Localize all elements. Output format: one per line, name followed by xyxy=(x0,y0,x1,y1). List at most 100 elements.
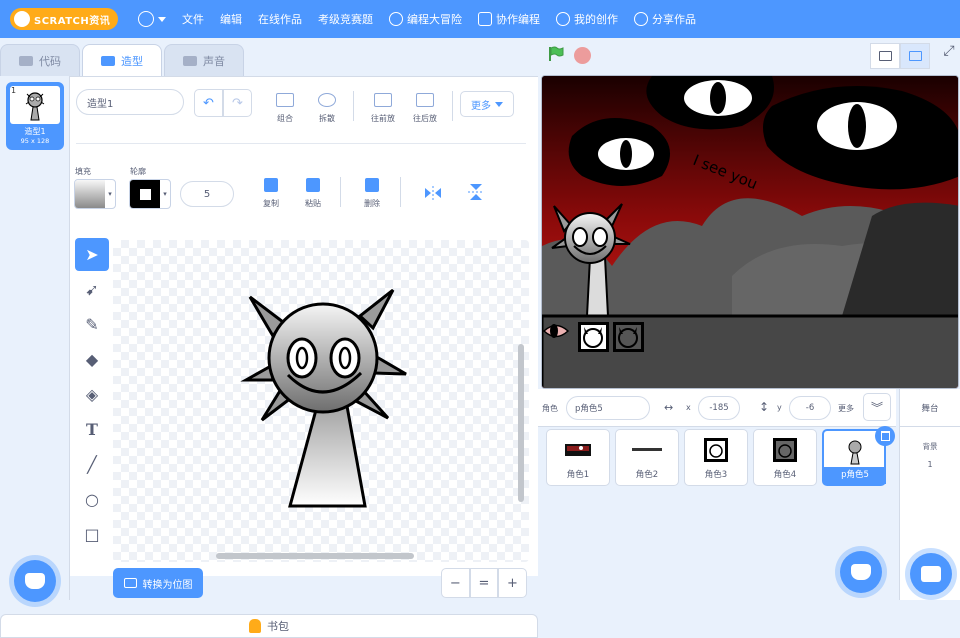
costume-item[interactable]: 1 造型1 95 x 128 xyxy=(6,82,64,150)
editor-area: 代码 造型 声音 1 造型1 95 x 128 造型1 ↶ ↷ 组合 拆散 往前… xyxy=(0,38,538,638)
normal-stage-icon xyxy=(908,51,922,61)
circle-tool[interactable]: ○ xyxy=(75,483,109,516)
menu-share[interactable]: 分享作品 xyxy=(626,0,704,38)
stop-button[interactable] xyxy=(574,47,591,64)
select-tool[interactable]: ➤ xyxy=(75,238,109,271)
stage-title: 舞台 xyxy=(900,389,960,427)
fill-color-picker[interactable]: ▾ xyxy=(74,179,116,209)
forward-icon xyxy=(374,93,392,107)
undo-icon: ↶ xyxy=(203,95,214,111)
eraser-tool[interactable]: ◆ xyxy=(75,343,109,376)
canvas-vertical-scrollbar[interactable] xyxy=(518,344,524,502)
collab-icon xyxy=(478,12,492,26)
outline-color-picker[interactable]: ▾ xyxy=(129,179,171,209)
menu-exam[interactable]: 考级竞赛题 xyxy=(310,0,381,38)
ungroup-icon xyxy=(318,93,336,107)
line-icon: ╱ xyxy=(87,455,97,474)
more-label[interactable]: 更多 xyxy=(838,403,854,414)
sprite-card[interactable]: 角色4 xyxy=(753,429,817,486)
tab-sounds[interactable]: 声音 xyxy=(164,44,244,76)
trash-icon xyxy=(880,431,890,441)
line-tool[interactable]: ╱ xyxy=(75,448,109,481)
cat-icon xyxy=(851,564,871,580)
tab-code[interactable]: 代码 xyxy=(0,44,80,76)
add-sprite-button[interactable] xyxy=(840,551,882,593)
stage-selector[interactable]: 舞台 背景 1 xyxy=(899,389,960,600)
redo-button[interactable]: ↷ xyxy=(223,89,252,117)
convert-label: 转换为位图 xyxy=(142,579,193,591)
undo-button[interactable]: ↶ xyxy=(194,89,223,117)
green-flag-button[interactable] xyxy=(548,46,564,62)
outline-width-input[interactable]: 5 xyxy=(180,181,234,207)
copy-button[interactable]: 复制 xyxy=(251,198,291,209)
ungroup-button[interactable]: 拆散 xyxy=(307,113,347,124)
menu-edit[interactable]: 编辑 xyxy=(212,0,250,38)
normal-stage-button[interactable] xyxy=(900,43,930,69)
sprite-name: p角色5 xyxy=(824,467,886,484)
zoom-out-button[interactable]: − xyxy=(441,568,470,598)
costume-name-input[interactable]: 造型1 xyxy=(76,89,184,115)
group-button[interactable]: 组合 xyxy=(265,113,305,124)
menu-adventure[interactable]: 编程大冒险 xyxy=(381,0,470,38)
forward-button[interactable]: 往前放 xyxy=(363,113,403,124)
canvas-horizontal-scrollbar[interactable] xyxy=(216,553,414,559)
zoom-reset-button[interactable]: = xyxy=(469,568,499,598)
arrow-icon: ➤ xyxy=(85,245,99,264)
divider xyxy=(76,143,526,144)
menu-file[interactable]: 文件 xyxy=(174,0,212,38)
tab-costumes[interactable]: 造型 xyxy=(82,44,162,76)
globe-icon xyxy=(138,11,154,27)
stage-canvas[interactable]: I see you xyxy=(541,75,959,389)
brush-icon xyxy=(101,55,115,66)
zoom-controls: − = + xyxy=(441,568,527,598)
menu-my-creations[interactable]: 我的创作 xyxy=(548,0,626,38)
chevron-down-icon xyxy=(495,101,503,107)
sprite-name: 角色2 xyxy=(635,470,659,480)
x-input[interactable]: -185 xyxy=(698,396,740,420)
costume-thumbnail xyxy=(10,86,60,124)
menu-collab-label: 协作编程 xyxy=(496,13,540,26)
paint-canvas[interactable] xyxy=(113,240,529,562)
zoom-in-button[interactable]: + xyxy=(498,568,527,598)
divider xyxy=(400,177,401,207)
sprite-info-panel: 角色 p角色5 ↔ x -185 ↕ y -6 更多 ︾ xyxy=(538,389,896,427)
delete-button[interactable]: 删除 xyxy=(352,198,392,209)
reshape-icon: ➹ xyxy=(85,280,99,299)
fill-tool[interactable]: ◈ xyxy=(75,378,109,411)
sprite-name: 角色4 xyxy=(773,470,797,480)
stage-scene: I see you xyxy=(542,76,958,388)
speaker-icon xyxy=(183,55,197,66)
convert-to-bitmap-button[interactable]: 转换为位图 xyxy=(113,568,203,598)
delete-sprite-button[interactable] xyxy=(875,426,895,446)
sprite-name: 角色3 xyxy=(704,470,728,480)
sprite-card[interactable]: 角色3 xyxy=(684,429,748,486)
more-button[interactable]: 更多 xyxy=(460,91,514,117)
fullscreen-button[interactable]: ⤢ xyxy=(936,43,960,69)
small-stage-button[interactable] xyxy=(870,43,900,69)
add-costume-button[interactable] xyxy=(14,560,56,602)
scratch-logo[interactable]: SCRATCH资讯 xyxy=(10,8,118,30)
trash-icon xyxy=(365,178,379,192)
x-label: x xyxy=(686,403,691,412)
backpack-bar[interactable]: 书包 xyxy=(0,614,538,638)
sprite-name-input[interactable]: p角色5 xyxy=(566,396,650,420)
collapse-button[interactable]: ︾ xyxy=(863,393,891,421)
stage-area: ⤢ I see you 角色 p角色5 ↔ x -185 ↕ y -6 更多 ︾… xyxy=(538,38,960,600)
language-menu[interactable] xyxy=(130,0,174,38)
backward-button[interactable]: 往后放 xyxy=(405,113,445,124)
sprite-card[interactable]: 角色1 xyxy=(546,429,610,486)
sprite-card[interactable]: 角色2 xyxy=(615,429,679,486)
add-backdrop-button[interactable] xyxy=(910,553,952,595)
paste-button[interactable]: 粘贴 xyxy=(293,198,333,209)
menu-collab[interactable]: 协作编程 xyxy=(470,0,548,38)
menu-online-works[interactable]: 在线作品 xyxy=(250,0,310,38)
menu-edit-label: 编辑 xyxy=(220,13,242,26)
rectangle-tool[interactable]: □ xyxy=(75,518,109,551)
brush-tool[interactable]: ✎ xyxy=(75,308,109,341)
text-tool[interactable]: T xyxy=(75,413,109,446)
y-input[interactable]: -6 xyxy=(789,396,831,420)
fill-swatch xyxy=(75,180,105,208)
flip-horizontal-button[interactable] xyxy=(424,185,442,200)
flip-vertical-button[interactable] xyxy=(468,183,484,201)
reshape-tool[interactable]: ➹ xyxy=(75,273,109,306)
